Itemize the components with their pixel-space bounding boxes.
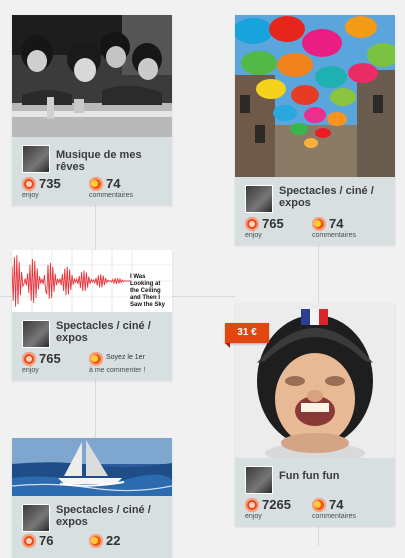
comment-icon[interactable] [89, 177, 103, 191]
enjoy-label: enjoy [22, 367, 39, 374]
comments-label: commentaires [312, 513, 356, 520]
avatar[interactable] [245, 185, 273, 213]
avatar[interactable] [22, 320, 50, 348]
enjoy-icon[interactable] [245, 217, 259, 231]
connector-line [0, 296, 12, 297]
post-info: Spectacles / ciné / expos 765 enjoy Soye… [12, 312, 172, 380]
connector-line [172, 296, 235, 297]
post-card-spectacles-umbrellas[interactable]: Spectacles / ciné / expos 765 enjoy 74 c… [235, 15, 395, 245]
post-card-spectacles-sailboat[interactable]: Spectacles / ciné / expos 76 22 [12, 438, 172, 558]
post-info: Musique de mes rêves 735 enjoy 74 commen… [12, 137, 172, 205]
connector-line [318, 245, 319, 303]
post-artwork[interactable]: I Was Looking at the Ceiling and Then I … [12, 250, 172, 312]
enjoy-label: enjoy [22, 192, 39, 199]
comment-icon[interactable] [89, 352, 103, 366]
comments-label: commentaires [312, 232, 356, 239]
comments-count: 74 [329, 497, 344, 512]
post-photo[interactable] [12, 438, 172, 496]
comments-label: commentaires [89, 192, 133, 199]
enjoy-icon[interactable] [22, 177, 36, 191]
comment-icon[interactable] [312, 217, 326, 231]
comment-icon[interactable] [312, 498, 326, 512]
post-photo[interactable] [12, 15, 172, 137]
enjoy-icon[interactable] [22, 352, 36, 366]
waveform-caption: I Was Looking at the Ceiling and Then I … [130, 274, 166, 308]
comments-count: 74 [329, 216, 344, 231]
post-info: Spectacles / ciné / expos 76 22 [12, 496, 172, 558]
post-title[interactable]: Spectacles / ciné / expos [279, 185, 387, 209]
enjoy-icon[interactable] [245, 498, 259, 512]
comments-cta-line2: à me commenter ! [89, 367, 146, 374]
avatar[interactable] [245, 466, 273, 494]
post-title[interactable]: Fun fun fun [279, 470, 387, 482]
band-photo [12, 15, 172, 137]
enjoy-count: 735 [39, 176, 61, 191]
enjoy-count: 765 [262, 216, 284, 231]
post-title[interactable]: Musique de mes rêves [56, 149, 164, 173]
price-badge[interactable]: 31 € [225, 323, 269, 348]
post-title[interactable]: Spectacles / ciné / expos [56, 504, 164, 528]
comments-count: 74 [106, 176, 121, 191]
enjoy-count: 765 [39, 351, 61, 366]
avatar[interactable] [22, 504, 50, 532]
connector-line [318, 526, 319, 546]
connector-line [95, 205, 96, 250]
enjoy-label: enjoy [245, 232, 262, 239]
enjoy-count: 7265 [262, 497, 291, 512]
connector-line [95, 380, 96, 438]
comments-cta-line1: Soyez le 1er [106, 354, 145, 361]
enjoy-label: enjoy [245, 513, 262, 520]
post-card-musique[interactable]: Musique de mes rêves 735 enjoy 74 commen… [12, 15, 172, 205]
post-title[interactable]: Spectacles / ciné / expos [56, 320, 164, 344]
umbrellas-photo [235, 15, 395, 177]
post-card-spectacles-waveform[interactable]: I Was Looking at the Ceiling and Then I … [12, 250, 172, 380]
post-info: Spectacles / ciné / expos 765 enjoy 74 c… [235, 177, 395, 245]
avatar[interactable] [22, 145, 50, 173]
post-info: Fun fun fun 7265 enjoy 74 commentaires [235, 458, 395, 526]
sailboat-photo [12, 438, 172, 496]
post-photo[interactable] [235, 15, 395, 177]
